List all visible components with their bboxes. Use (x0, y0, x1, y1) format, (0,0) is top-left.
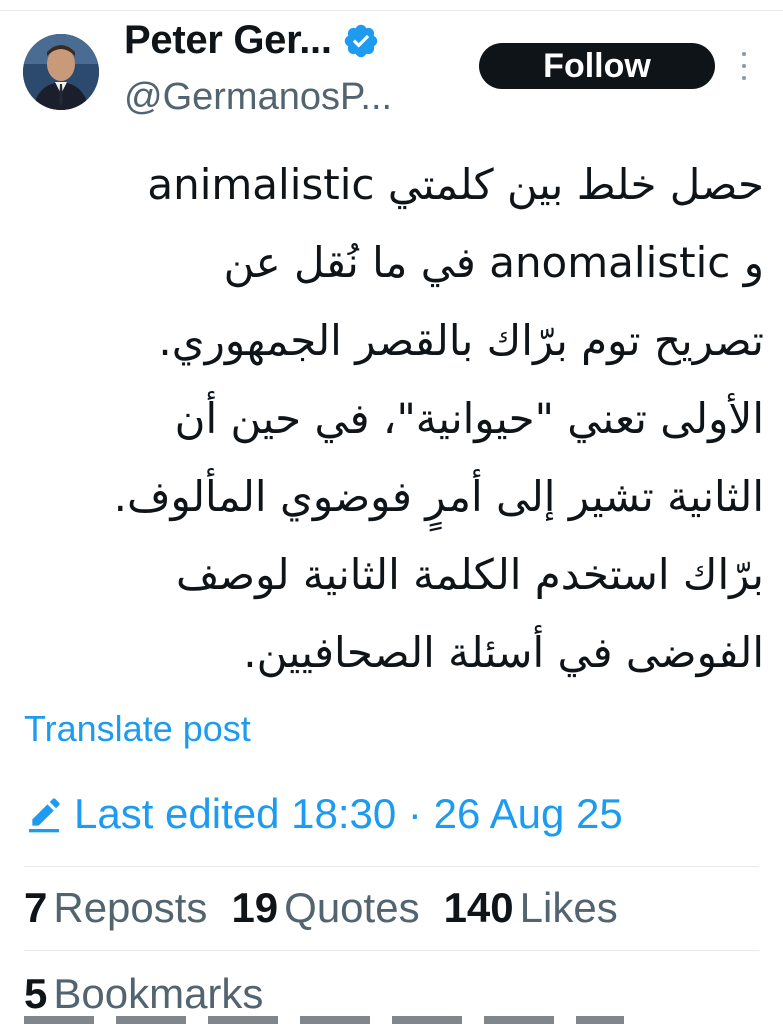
last-edited-text: Last edited 18:30 · 26 Aug 25 (74, 790, 623, 837)
author-name-row[interactable]: Peter Ger... (124, 18, 380, 63)
likes-label: Likes (519, 884, 618, 931)
bookmarks-label: Bookmarks (53, 970, 264, 1017)
more-vertical-icon[interactable] (732, 52, 756, 80)
verified-badge-icon (342, 22, 380, 60)
cropped-row-fragment (24, 1016, 624, 1024)
reposts-count: 7 (24, 884, 48, 931)
dot (742, 64, 746, 68)
author-handle[interactable]: @GermanosP... (124, 76, 392, 119)
post-text-line: و anomalistic في ما نُقل عن (223, 238, 764, 287)
divider (24, 866, 759, 867)
top-divider (0, 10, 783, 11)
reposts-label: Reposts (53, 884, 208, 931)
quotes-label: Quotes (284, 884, 420, 931)
post-text-line: الثانية تشير إلى أمرٍ فوضوي المألوف. (113, 472, 764, 521)
bookmarks-stat[interactable]: 5 Bookmarks (24, 970, 263, 1018)
translate-post-link[interactable]: Translate post (24, 708, 251, 750)
last-edited-link[interactable]: Last edited 18:30 · 26 Aug 25 (24, 790, 623, 838)
reposts-stat[interactable]: 7 Reposts (24, 884, 207, 932)
engagement-stats: 7 Reposts 19 Quotes 140 Likes (24, 884, 642, 932)
bookmarks-stats: 5 Bookmarks (24, 970, 287, 1018)
likes-stat[interactable]: 140 Likes (444, 884, 618, 932)
author-display-name[interactable]: Peter Ger... (124, 18, 332, 63)
quotes-count: 19 (231, 884, 279, 931)
dot (742, 52, 746, 56)
post-text-line: الأولى تعني "حيوانية"، في حين أن (174, 394, 764, 443)
post-text-line: تصريح توم برّاك بالقصر الجمهوري. (158, 316, 764, 365)
pencil-icon (29, 798, 60, 833)
post-text: حصل خلط بين كلمتي animalistic و anomalis… (24, 146, 764, 692)
bookmarks-count: 5 (24, 970, 48, 1017)
post-text-line: برّاك استخدم الكلمة الثانية لوصف (175, 550, 764, 599)
dot (742, 76, 746, 80)
post-text-line: حصل خلط بين كلمتي animalistic (147, 160, 764, 209)
divider (24, 950, 759, 951)
likes-count: 140 (443, 884, 514, 931)
avatar-photo (23, 34, 99, 110)
post-text-line: الفوضى في أسئلة الصحافيين. (243, 628, 764, 677)
quotes-stat[interactable]: 19 Quotes (231, 884, 419, 932)
follow-button[interactable]: Follow (479, 43, 715, 89)
avatar[interactable] (23, 34, 99, 110)
